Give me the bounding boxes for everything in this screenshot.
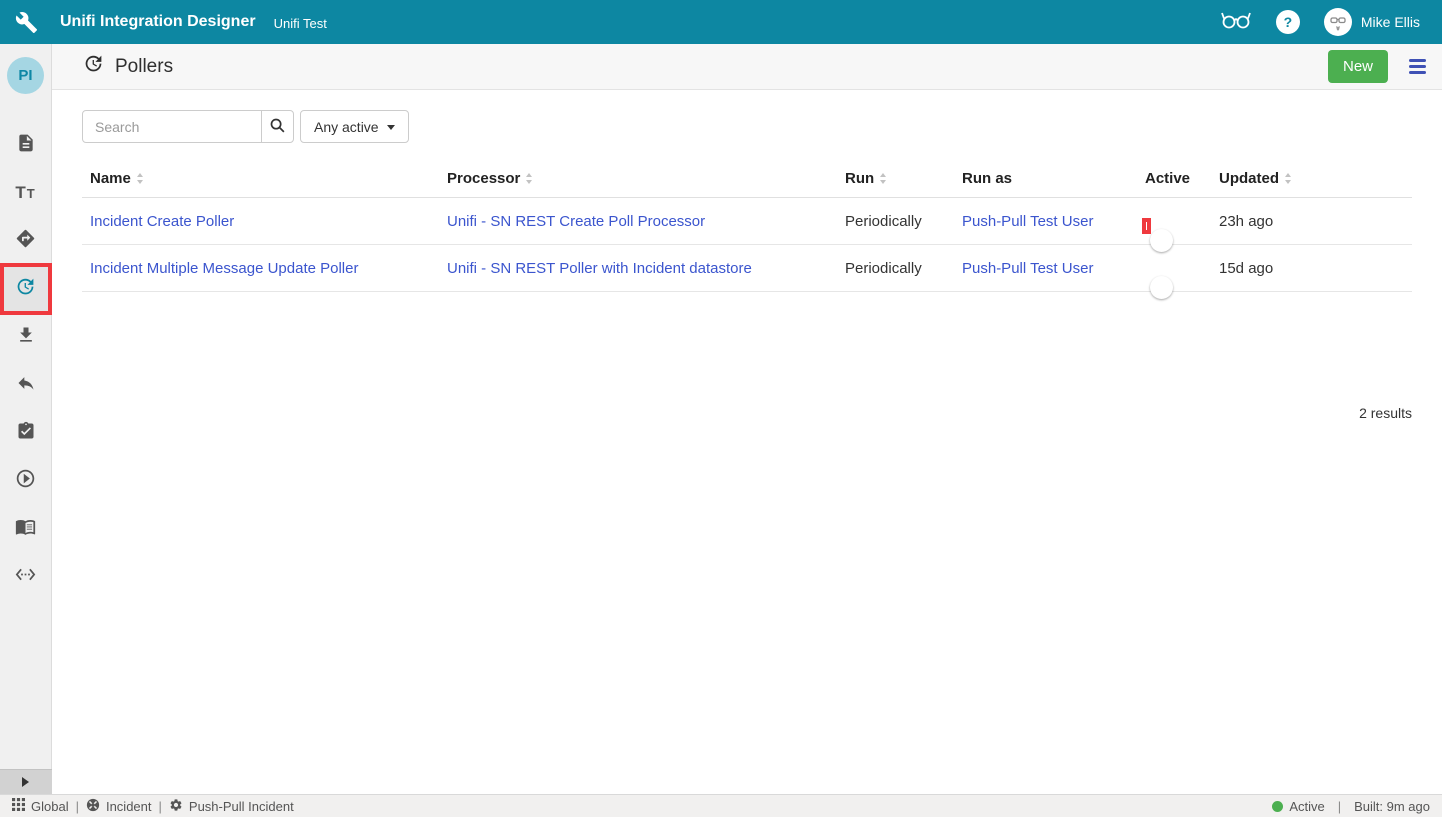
sidebar-item-tasks[interactable]	[2, 409, 50, 457]
status-label: Active	[1289, 799, 1324, 814]
page-header: Pollers New	[52, 44, 1442, 90]
processor-link[interactable]: Unifi - SN REST Poller with Incident dat…	[447, 260, 752, 277]
run-value: Periodically	[837, 213, 954, 230]
sidebar-item-documentation[interactable]	[2, 505, 50, 553]
toggle-knob	[1150, 276, 1173, 299]
integration-avatar[interactable]: PI	[7, 57, 44, 94]
sort-icon	[1285, 173, 1291, 184]
glasses-icon[interactable]	[1220, 9, 1252, 35]
run-value: Periodically	[837, 260, 954, 277]
search-button[interactable]	[261, 110, 294, 143]
wrench-icon	[0, 11, 52, 34]
gear-icon	[169, 798, 183, 815]
search-group	[82, 110, 294, 143]
integration-label: Push-Pull Incident	[189, 799, 294, 814]
separator: |	[1338, 799, 1341, 814]
topbar: Unifi Integration Designer Unifi Test ?	[0, 0, 1442, 44]
book-icon	[15, 516, 36, 542]
poller-clock-icon	[83, 53, 104, 80]
annotation-highlight	[1142, 218, 1151, 234]
active-filter-label: Any active	[314, 119, 379, 135]
table-row: Incident Create Poller Unifi - SN REST C…	[82, 198, 1412, 245]
document-icon	[16, 133, 36, 158]
sidebar-item-fields[interactable]: TT	[2, 169, 50, 217]
scope-label: Global	[31, 799, 69, 814]
reply-arrow-icon	[16, 373, 36, 398]
integration-indicator[interactable]: Push-Pull Incident	[169, 798, 294, 815]
column-header-run[interactable]: Run	[837, 170, 954, 187]
expand-right-icon	[22, 777, 29, 787]
help-icon[interactable]: ?	[1276, 10, 1300, 34]
sort-icon	[526, 173, 532, 184]
toggle-knob	[1150, 229, 1173, 252]
updated-value: 23h ago	[1211, 213, 1412, 230]
scope-indicator[interactable]: Global	[12, 798, 69, 814]
table-row: Incident Multiple Message Update Poller …	[82, 245, 1412, 292]
hamburger-menu-icon[interactable]	[1407, 57, 1428, 76]
column-header-processor[interactable]: Processor	[439, 170, 837, 187]
play-circle-icon	[15, 468, 36, 494]
new-button[interactable]: New	[1328, 50, 1388, 83]
incident-icon	[86, 798, 100, 815]
grid-icon	[12, 798, 25, 814]
application-label: Incident	[106, 799, 152, 814]
separator: |	[76, 799, 79, 814]
built-label: Built: 9m ago	[1354, 799, 1430, 814]
processor-link[interactable]: Unifi - SN REST Create Poll Processor	[447, 213, 705, 230]
sort-icon	[137, 173, 143, 184]
clipboard-check-icon	[16, 421, 36, 446]
application-indicator[interactable]: Incident	[86, 798, 152, 815]
updated-value: 15d ago	[1211, 260, 1412, 277]
sidebar-item-documents[interactable]	[2, 121, 50, 169]
search-input[interactable]	[82, 110, 262, 143]
user-avatar-icon	[1324, 8, 1352, 36]
app-title: Unifi Integration Designer	[60, 13, 256, 31]
code-brackets-icon	[15, 564, 36, 590]
pollers-table: Name Processor Run Run as	[82, 160, 1412, 292]
column-header-run-as[interactable]: Run as	[954, 170, 1137, 187]
content-area: Any active Name Processor Run	[52, 90, 1442, 794]
sidebar-item-downloads[interactable]	[2, 313, 50, 361]
sidebar-item-code[interactable]	[2, 553, 50, 601]
column-header-name[interactable]: Name	[82, 170, 439, 187]
table-header-row: Name Processor Run Run as	[82, 160, 1412, 198]
page-title: Pollers	[83, 53, 173, 80]
statusbar: Global | Incident | Push-Pull Incident A…	[0, 794, 1442, 817]
workspace-name[interactable]: Unifi Test	[274, 16, 327, 31]
sidebar-item-run[interactable]	[2, 457, 50, 505]
poller-name-link[interactable]: Incident Create Poller	[90, 213, 234, 230]
separator: |	[159, 799, 162, 814]
user-name: Mike Ellis	[1361, 14, 1420, 30]
sidebar-item-pollers[interactable]	[2, 265, 50, 313]
sidebar-item-rollback[interactable]	[2, 361, 50, 409]
run-as-link[interactable]: Push-Pull Test User	[962, 260, 1093, 277]
text-format-icon: TT	[15, 183, 35, 203]
run-as-link[interactable]: Push-Pull Test User	[962, 213, 1093, 230]
column-header-active: Active	[1137, 170, 1211, 187]
poller-clock-icon	[15, 276, 36, 302]
sidebar: PI TT	[0, 44, 52, 794]
search-icon	[269, 117, 286, 137]
user-menu[interactable]: Mike Ellis	[1324, 8, 1420, 36]
chevron-down-icon	[387, 125, 395, 130]
sidebar-expand-button[interactable]	[0, 769, 52, 794]
column-header-updated[interactable]: Updated	[1211, 170, 1412, 187]
diamond-arrow-icon	[15, 228, 36, 254]
poller-name-link[interactable]: Incident Multiple Message Update Poller	[90, 260, 358, 277]
status-dot-icon	[1272, 801, 1283, 812]
results-count: 2 results	[1359, 405, 1412, 421]
sort-icon	[880, 173, 886, 184]
active-filter-dropdown[interactable]: Any active	[300, 110, 409, 143]
page-title-text: Pollers	[115, 56, 173, 78]
download-icon	[16, 325, 36, 350]
sidebar-item-routes[interactable]	[2, 217, 50, 265]
